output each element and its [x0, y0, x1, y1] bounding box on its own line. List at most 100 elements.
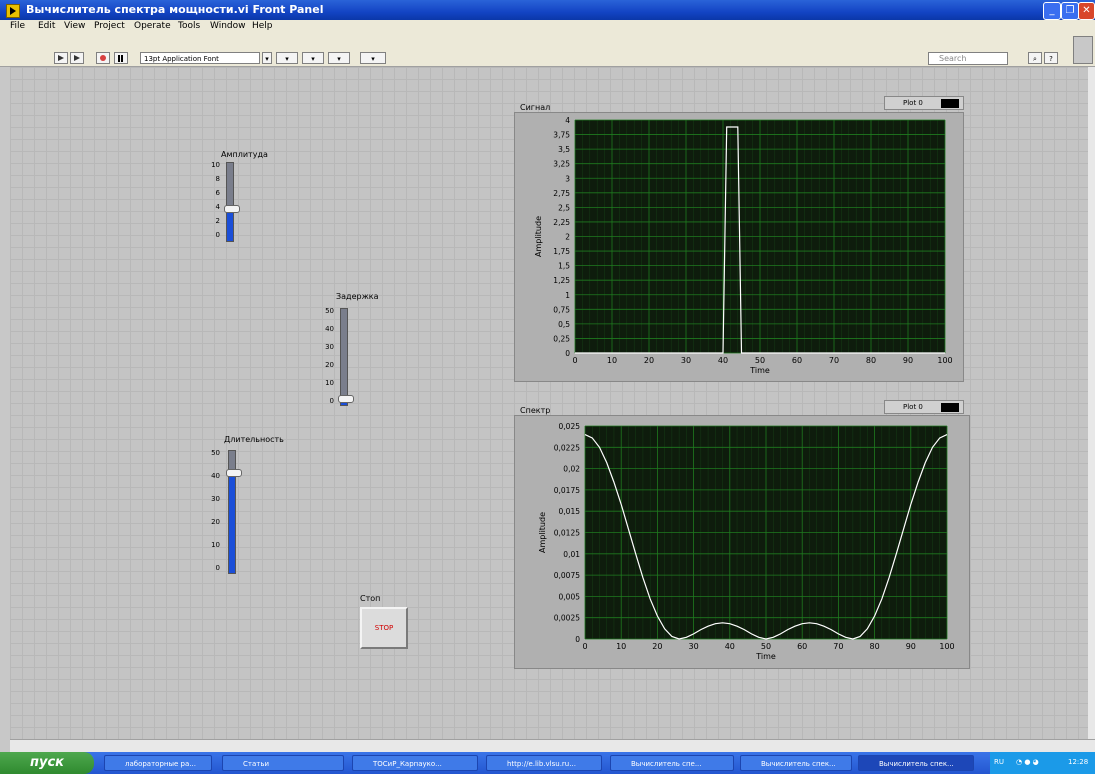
close-button[interactable]: ✕: [1078, 2, 1095, 20]
help-icon[interactable]: ?: [1044, 52, 1058, 64]
x-tick-label: 0: [572, 356, 577, 365]
menu-file[interactable]: File: [10, 21, 25, 31]
search-icon[interactable]: ⌕: [1028, 52, 1042, 64]
delay-thumb[interactable]: [338, 395, 354, 403]
clock: 12:28: [1068, 758, 1089, 766]
y-tick-label: 0,02: [563, 465, 580, 474]
x-tick-label: 60: [792, 356, 802, 365]
y-tick-label: 1,25: [553, 276, 570, 285]
duration-slider[interactable]: [226, 450, 242, 574]
y-tick-label: 0,5: [558, 320, 570, 329]
x-tick-label: 80: [866, 356, 876, 365]
duration-thumb[interactable]: [226, 469, 242, 477]
restore-button[interactable]: ❐: [1061, 2, 1079, 20]
y-tick-label: 3,75: [553, 131, 570, 140]
labview-vi-icon: [6, 4, 20, 18]
x-tick-label: 10: [616, 642, 626, 651]
y-tick-label: 2,5: [558, 203, 570, 212]
taskbar-item-active[interactable]: Вычислитель спек...: [858, 755, 974, 771]
resize-objects-icon[interactable]: ▾: [328, 52, 350, 64]
signal-legend-label: Plot 0: [903, 99, 923, 107]
title-bar: Вычислитель спектра мощности.vi Front Pa…: [0, 0, 1095, 20]
menu-project[interactable]: Project: [94, 21, 125, 31]
x-axis-label: Time: [749, 366, 770, 375]
y-tick-label: 0,0175: [554, 486, 580, 495]
spectrum-legend-label: Plot 0: [903, 403, 923, 411]
distribute-objects-icon[interactable]: ▾: [302, 52, 324, 64]
x-tick-label: 40: [718, 356, 728, 365]
y-tick-label: 0,025: [559, 422, 581, 431]
x-tick-label: 20: [652, 642, 662, 651]
menu-tools[interactable]: Tools: [178, 21, 200, 31]
x-tick-label: 70: [833, 642, 843, 651]
vertical-scrollbar[interactable]: [1088, 67, 1095, 739]
amplitude-fill: [227, 209, 233, 241]
tray-icons: ◔ ● ◕: [1016, 758, 1039, 766]
x-tick-label: 90: [906, 642, 916, 651]
x-tick-label: 20: [644, 356, 654, 365]
x-axis-label: Time: [755, 652, 776, 661]
taskbar-item[interactable]: лабораторные ра...: [104, 755, 212, 771]
run-icon[interactable]: [54, 52, 68, 64]
window-title: Вычислитель спектра мощности.vi Front Pa…: [26, 3, 324, 16]
language-indicator[interactable]: RU: [994, 758, 1004, 766]
menu-edit[interactable]: Edit: [38, 21, 55, 31]
taskbar-item[interactable]: http://e.lib.vlsu.ru...: [486, 755, 602, 771]
y-axis-label: Amplitude: [538, 512, 547, 553]
delay-scale: 50 40 30 20 10 0: [325, 307, 334, 405]
plot-line-icon: [941, 99, 959, 108]
x-tick-label: 50: [761, 642, 771, 651]
delay-slider[interactable]: [338, 308, 354, 406]
y-tick-label: 2: [565, 233, 570, 242]
menu-bar: File Edit View Project Operate Tools Win…: [0, 20, 1095, 34]
duration-scale: 50 40 30 20 10 0: [211, 449, 220, 572]
search-input[interactable]: Search: [928, 52, 1008, 65]
delay-label: Задержка: [336, 292, 379, 301]
chevron-down-icon[interactable]: ▾: [262, 52, 272, 64]
y-tick-label: 0,25: [553, 334, 570, 343]
abort-icon[interactable]: [96, 52, 110, 64]
taskbar-item[interactable]: ТОСиР_Карпауко...: [352, 755, 478, 771]
y-tick-label: 1: [565, 291, 570, 300]
spectrum-legend[interactable]: Plot 0: [884, 400, 964, 414]
y-tick-label: 3,25: [553, 160, 570, 169]
y-tick-label: 0,0225: [554, 443, 580, 452]
y-tick-label: 0,0025: [554, 614, 580, 623]
y-tick-label: 0,0075: [554, 571, 580, 580]
align-objects-icon[interactable]: ▾: [276, 52, 298, 64]
signal-legend[interactable]: Plot 0: [884, 96, 964, 110]
menu-view[interactable]: View: [64, 21, 85, 31]
y-tick-label: 3,5: [558, 145, 570, 154]
reorder-icon[interactable]: ▾: [360, 52, 386, 64]
y-axis-label: Amplitude: [534, 216, 543, 257]
start-button[interactable]: пуск: [0, 752, 94, 774]
pause-icon[interactable]: [114, 52, 128, 64]
amplitude-slider[interactable]: [224, 162, 240, 242]
y-tick-label: 2,75: [553, 189, 570, 198]
y-tick-label: 0,01: [563, 550, 580, 559]
stop-label: Стоп: [360, 594, 381, 603]
duration-fill: [229, 470, 235, 573]
y-tick-label: 0: [565, 349, 570, 358]
amplitude-thumb[interactable]: [224, 205, 240, 213]
spectrum-graph-title: Спектр: [520, 406, 551, 415]
y-tick-label: 3: [565, 174, 570, 183]
taskbar-item[interactable]: Вычислитель спек...: [740, 755, 852, 771]
x-tick-label: 40: [725, 642, 735, 651]
x-tick-label: 90: [903, 356, 913, 365]
taskbar: пуск лабораторные ра... Статьи ТОСиР_Кар…: [0, 752, 1095, 774]
amplitude-label: Амплитуда: [221, 150, 268, 159]
y-tick-label: 2,25: [553, 218, 570, 227]
menu-window[interactable]: Window: [210, 21, 246, 31]
run-continuously-icon[interactable]: [70, 52, 84, 64]
stop-button[interactable]: STOP: [360, 607, 408, 649]
taskbar-item[interactable]: Статьи: [222, 755, 344, 771]
x-tick-label: 100: [937, 356, 952, 365]
spectrum-chart: 0 10 20 30 40 50 60 70 80 90 100 0 0,0025 0,005 0,0075…: [538, 422, 955, 661]
font-select[interactable]: 13pt Application Font: [140, 52, 260, 64]
menu-help[interactable]: Help: [252, 21, 273, 31]
taskbar-item[interactable]: Вычислитель спе...: [610, 755, 734, 771]
menu-operate[interactable]: Operate: [134, 21, 171, 31]
horizontal-scrollbar[interactable]: [10, 739, 1095, 752]
minimize-button[interactable]: _: [1043, 2, 1061, 20]
